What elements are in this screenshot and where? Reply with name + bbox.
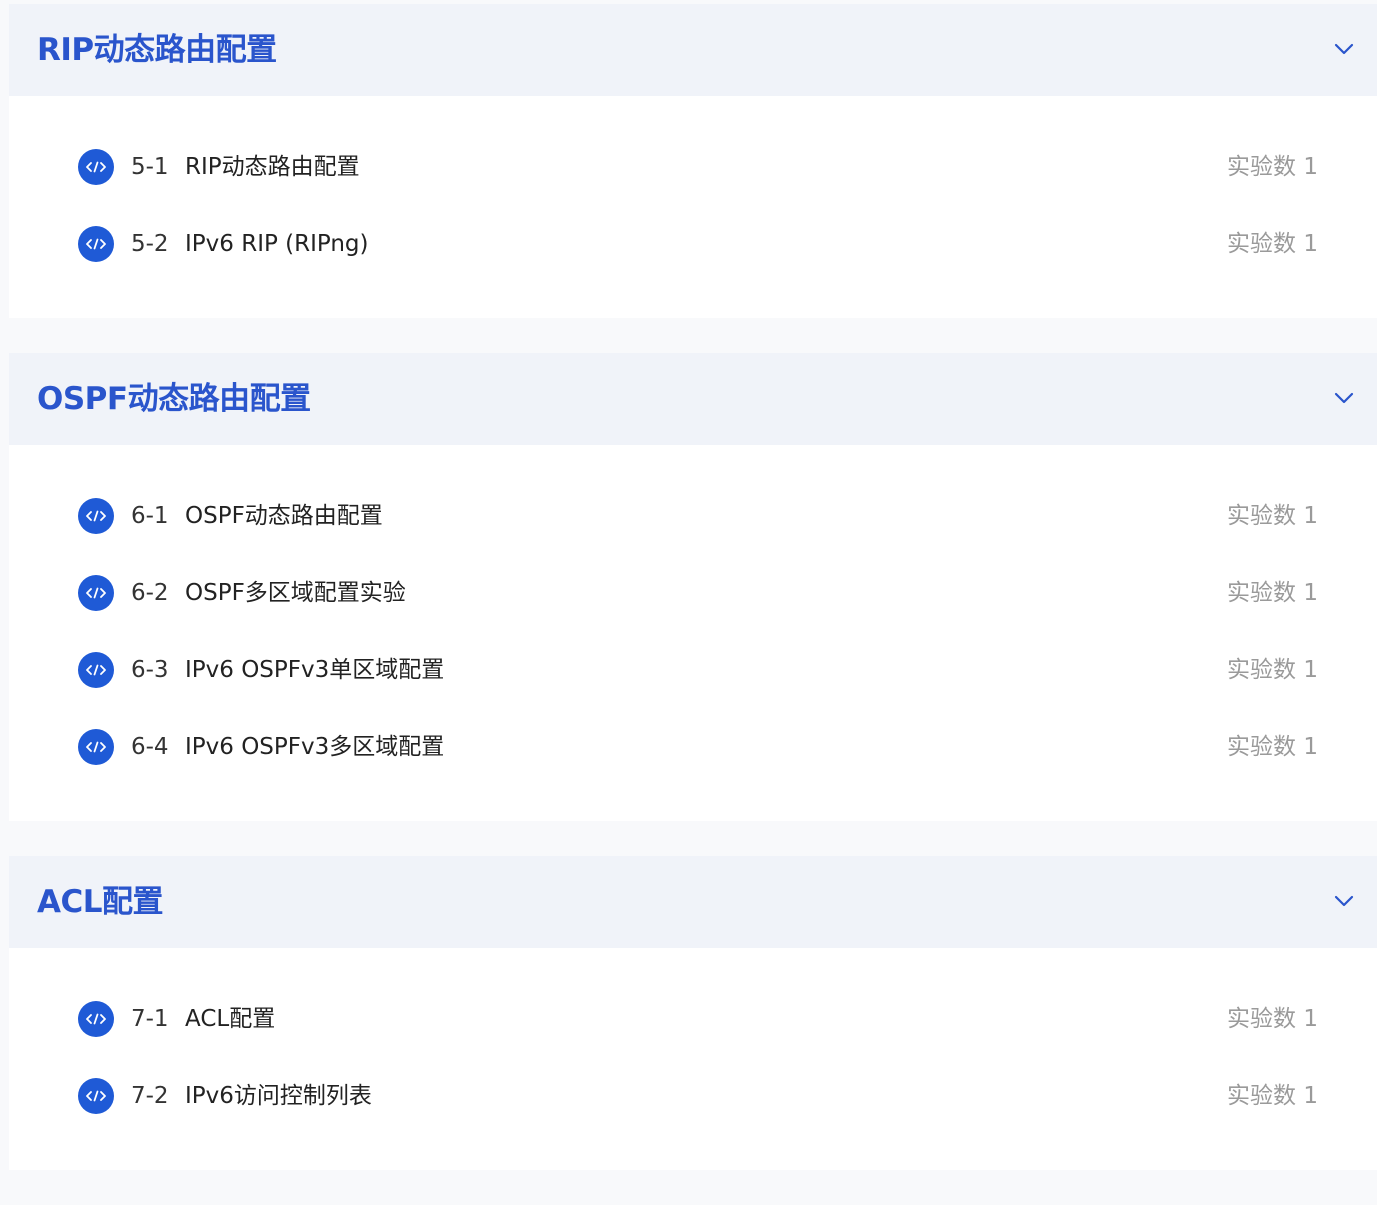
lesson-item[interactable]: 7-2 IPv6访问控制列表 实验数 1 — [9, 1058, 1377, 1135]
experiment-count: 实验数 1 — [1227, 1006, 1318, 1032]
section-body: 7-1 ACL配置 实验数 1 7-2 IPv6访问控制列表 实验数 1 — [9, 948, 1377, 1170]
experiment-count: 实验数 1 — [1227, 154, 1318, 180]
section-title: RIP动态路由配置 — [37, 32, 277, 68]
code-icon — [78, 575, 114, 611]
code-icon — [78, 729, 114, 765]
lesson-title[interactable]: IPv6访问控制列表 — [185, 1058, 372, 1135]
experiment-count: 实验数 1 — [1227, 657, 1318, 683]
lesson-number: 6-3 — [131, 657, 169, 683]
lesson-title[interactable]: RIP动态路由配置 — [185, 129, 360, 206]
lesson-number: 5-1 — [131, 154, 169, 180]
section-ospf: OSPF动态路由配置 6-1 OSPF动态路由配置 实验数 1 6-2 OSPF… — [9, 353, 1377, 821]
code-icon — [78, 226, 114, 262]
lesson-number: 7-1 — [131, 1006, 169, 1032]
lesson-item[interactable]: 6-4 IPv6 OSPFv3多区域配置 实验数 1 — [9, 709, 1377, 786]
section-header[interactable]: RIP动态路由配置 — [9, 4, 1377, 96]
section-acl: ACL配置 7-1 ACL配置 实验数 1 7-2 IPv6访问控制列表 实验数 — [9, 856, 1377, 1170]
code-icon — [78, 1001, 114, 1037]
section-body: 6-1 OSPF动态路由配置 实验数 1 6-2 OSPF多区域配置实验 实验数… — [9, 445, 1377, 821]
lesson-number: 6-2 — [131, 580, 169, 606]
lesson-number: 7-2 — [131, 1083, 169, 1109]
section-body: 5-1 RIP动态路由配置 实验数 1 5-2 IPv6 RIP (RIPng)… — [9, 96, 1377, 318]
experiment-count: 实验数 1 — [1227, 231, 1318, 257]
section-header[interactable]: ACL配置 — [9, 856, 1377, 948]
lesson-title[interactable]: OSPF动态路由配置 — [185, 478, 383, 555]
experiment-count: 实验数 1 — [1227, 503, 1318, 529]
lesson-number: 5-2 — [131, 231, 169, 257]
experiment-count: 实验数 1 — [1227, 734, 1318, 760]
lesson-title[interactable]: IPv6 OSPFv3单区域配置 — [185, 632, 444, 709]
lesson-item[interactable]: 7-1 ACL配置 实验数 1 — [9, 981, 1377, 1058]
lesson-item[interactable]: 6-2 OSPF多区域配置实验 实验数 1 — [9, 555, 1377, 632]
lesson-title[interactable]: IPv6 OSPFv3多区域配置 — [185, 709, 444, 786]
chevron-down-icon[interactable] — [1333, 387, 1355, 409]
experiment-count: 实验数 1 — [1227, 580, 1318, 606]
lesson-number: 6-1 — [131, 503, 169, 529]
chevron-down-icon[interactable] — [1333, 38, 1355, 60]
code-icon — [78, 498, 114, 534]
chevron-down-icon[interactable] — [1333, 890, 1355, 912]
lesson-item[interactable]: 5-2 IPv6 RIP (RIPng) 实验数 1 — [9, 206, 1377, 283]
section-title: ACL配置 — [37, 884, 164, 920]
lesson-title[interactable]: OSPF多区域配置实验 — [185, 555, 406, 632]
course-outline: RIP动态路由配置 5-1 RIP动态路由配置 实验数 1 5-2 IPv6 R… — [9, 4, 1377, 1205]
lesson-item[interactable]: 5-1 RIP动态路由配置 实验数 1 — [9, 129, 1377, 206]
code-icon — [78, 149, 114, 185]
lesson-title[interactable]: IPv6 RIP (RIPng) — [185, 206, 369, 283]
experiment-count: 实验数 1 — [1227, 1083, 1318, 1109]
section-title: OSPF动态路由配置 — [37, 381, 311, 417]
code-icon — [78, 652, 114, 688]
lesson-item[interactable]: 6-1 OSPF动态路由配置 实验数 1 — [9, 478, 1377, 555]
code-icon — [78, 1078, 114, 1114]
section-header[interactable]: OSPF动态路由配置 — [9, 353, 1377, 445]
lesson-number: 6-4 — [131, 734, 169, 760]
section-rip: RIP动态路由配置 5-1 RIP动态路由配置 实验数 1 5-2 IPv6 R… — [9, 4, 1377, 318]
lesson-item[interactable]: 6-3 IPv6 OSPFv3单区域配置 实验数 1 — [9, 632, 1377, 709]
lesson-title[interactable]: ACL配置 — [185, 981, 275, 1058]
